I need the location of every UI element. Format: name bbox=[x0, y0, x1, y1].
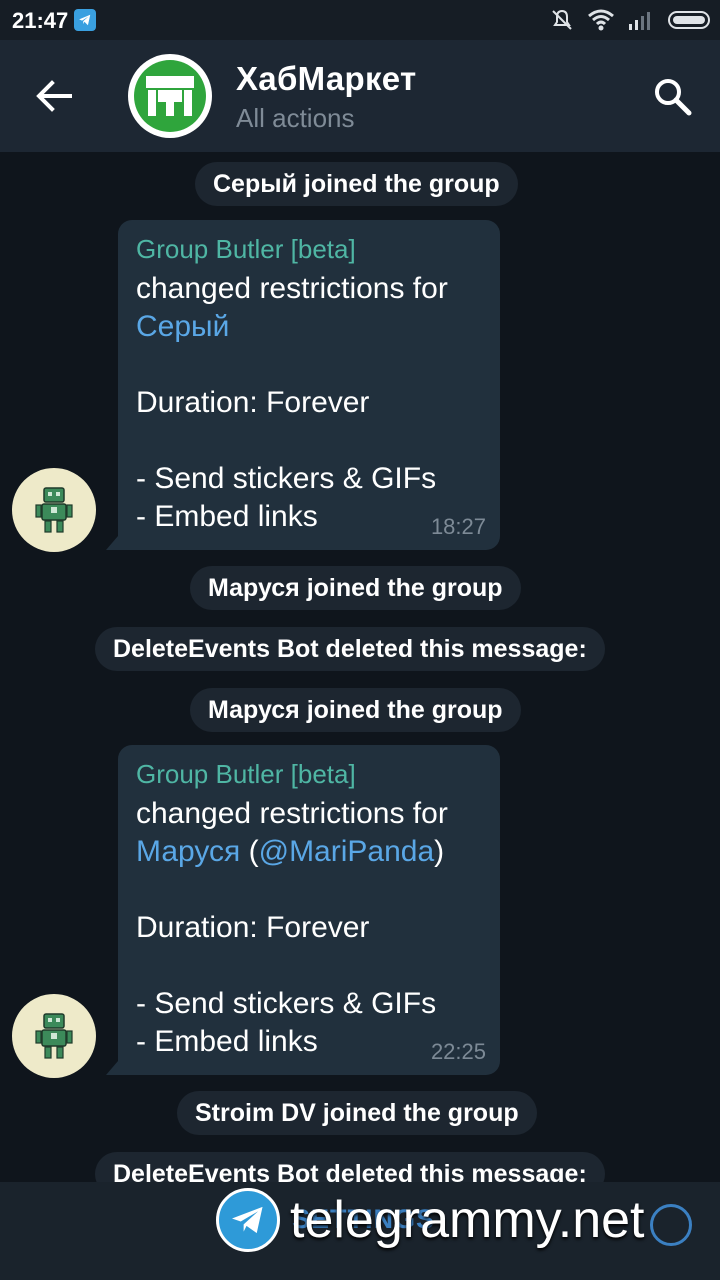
bottom-bar: SETTINGS telegrammy.net bbox=[0, 1182, 720, 1280]
arrow-left-icon[interactable] bbox=[34, 76, 74, 116]
status-icons bbox=[550, 8, 710, 32]
message-sender[interactable]: Group Butler [beta] bbox=[136, 759, 482, 789]
service-message: DeleteEvents Bot deleted this message: bbox=[95, 627, 605, 671]
service-message: Stroim DV joined the group bbox=[177, 1091, 537, 1135]
signal-icon bbox=[629, 12, 650, 30]
message-bubble[interactable]: Group Butler [beta] changed restrictions… bbox=[106, 745, 500, 1075]
chat-area[interactable]: Серый joined the group Group Butler [bet… bbox=[0, 152, 720, 1182]
status-time: 21:47 bbox=[12, 8, 69, 33]
bot-avatar[interactable] bbox=[12, 994, 96, 1078]
restriction-item: - Send stickers & GIFs bbox=[136, 987, 437, 1020]
duration-text: Duration: Forever bbox=[136, 386, 370, 419]
chat-subtitle: All actions bbox=[236, 103, 355, 133]
user-mention-link[interactable]: Серый bbox=[136, 308, 482, 346]
info-icon[interactable] bbox=[650, 1204, 692, 1246]
wifi-icon bbox=[588, 9, 614, 31]
message-sender[interactable]: Group Butler [beta] bbox=[136, 234, 482, 264]
service-message: DeleteEvents Bot deleted this message: bbox=[95, 1152, 605, 1182]
chat-header: ХабМаркет All actions bbox=[0, 40, 720, 152]
message-time: 22:25 bbox=[430, 1039, 486, 1064]
message-text: changed restrictions for bbox=[136, 797, 448, 830]
chat-title: ХабМаркет bbox=[236, 60, 417, 97]
telegram-notification-icon bbox=[74, 9, 96, 31]
battery-icon bbox=[668, 11, 710, 29]
service-message: Серый joined the group bbox=[195, 162, 518, 206]
status-bar: 21:47 bbox=[0, 0, 720, 40]
bot-avatar[interactable] bbox=[12, 468, 96, 552]
message-text: changed restrictions for bbox=[136, 272, 448, 305]
robot-icon bbox=[35, 487, 73, 533]
message-time: 18:27 bbox=[430, 514, 486, 539]
paren-open: ( bbox=[240, 835, 259, 868]
user-mention-link[interactable]: Маруся bbox=[136, 835, 240, 868]
duration-text: Duration: Forever bbox=[136, 911, 370, 944]
mute-bell-icon bbox=[552, 9, 572, 30]
service-message: Маруся joined the group bbox=[190, 688, 521, 732]
search-icon[interactable] bbox=[652, 76, 692, 116]
group-avatar[interactable] bbox=[128, 54, 212, 138]
paren-close: ) bbox=[434, 835, 445, 868]
shop-icon bbox=[146, 76, 194, 116]
watermark-text: telegrammy.net bbox=[290, 1191, 645, 1249]
username-link[interactable]: @MariPanda bbox=[259, 835, 435, 868]
mention-line: Маруся (@MariPanda) bbox=[136, 833, 482, 871]
restriction-item: - Send stickers & GIFs bbox=[136, 462, 437, 495]
service-message: Маруся joined the group bbox=[190, 566, 521, 610]
message-bubble[interactable]: Group Butler [beta] changed restrictions… bbox=[106, 220, 500, 550]
robot-icon bbox=[35, 1013, 73, 1059]
telegram-logo-icon bbox=[216, 1188, 280, 1252]
